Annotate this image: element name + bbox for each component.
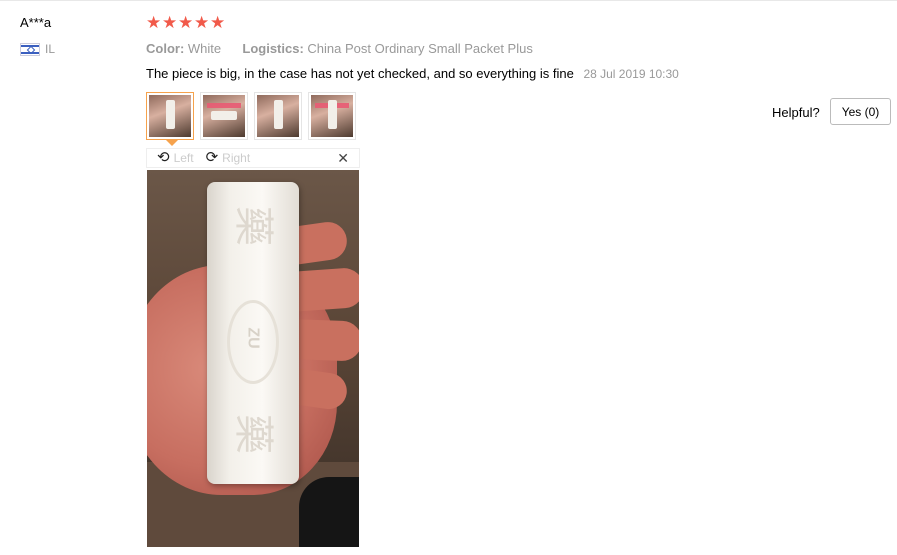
color-label: Color: xyxy=(146,41,185,56)
photo-thumbnail-2[interactable] xyxy=(200,92,248,140)
review-text: The piece is big, in the case has not ye… xyxy=(146,66,574,81)
reviewer-country: IL xyxy=(20,42,55,56)
photo-thumbnail-4[interactable] xyxy=(308,92,356,140)
photo-thumbnails xyxy=(146,92,356,146)
active-indicator xyxy=(166,140,178,146)
divider xyxy=(0,0,897,1)
star-icon: ★ xyxy=(194,13,210,32)
helpful-label: Helpful? xyxy=(772,105,820,120)
rotate-left-button[interactable]: ⟲ Left xyxy=(157,149,194,166)
reviewer-name: A***a xyxy=(20,15,52,30)
israel-flag-icon xyxy=(20,42,40,56)
logistics-label: Logistics: xyxy=(242,41,304,56)
photo-viewer-toolbar: ⟲ Left ⟳ Right ✕ xyxy=(146,148,360,168)
star-rating: ★ ★ ★ ★ ★ xyxy=(146,13,226,32)
star-icon: ★ xyxy=(178,13,194,32)
review-body: The piece is big, in the case has not ye… xyxy=(146,66,679,81)
rotate-right-button[interactable]: ⟳ Right xyxy=(205,149,251,166)
logistics-value: China Post Ordinary Small Packet Plus xyxy=(307,41,533,56)
star-icon: ★ xyxy=(162,13,178,32)
color-value: White xyxy=(187,41,222,56)
country-code: IL xyxy=(45,42,56,56)
close-icon[interactable]: ✕ xyxy=(337,150,349,167)
order-meta: Color: White Logistics: China Post Ordin… xyxy=(146,41,533,56)
review-photo: 藥 ZU 藥 xyxy=(147,170,359,547)
rotate-left-icon: ⟲ xyxy=(157,149,170,166)
helpful-yes-button[interactable]: Yes (0) xyxy=(830,98,891,125)
star-icon: ★ xyxy=(146,13,162,32)
rotate-right-label: Right xyxy=(222,151,251,165)
review-date: 28 Jul 2019 10:30 xyxy=(583,67,679,81)
rotate-right-icon: ⟳ xyxy=(205,149,219,166)
photo-thumbnail-3[interactable] xyxy=(254,92,302,140)
photo-thumbnail-1[interactable] xyxy=(146,92,194,146)
rotate-left-label: Left xyxy=(173,151,194,165)
star-icon: ★ xyxy=(210,13,226,32)
